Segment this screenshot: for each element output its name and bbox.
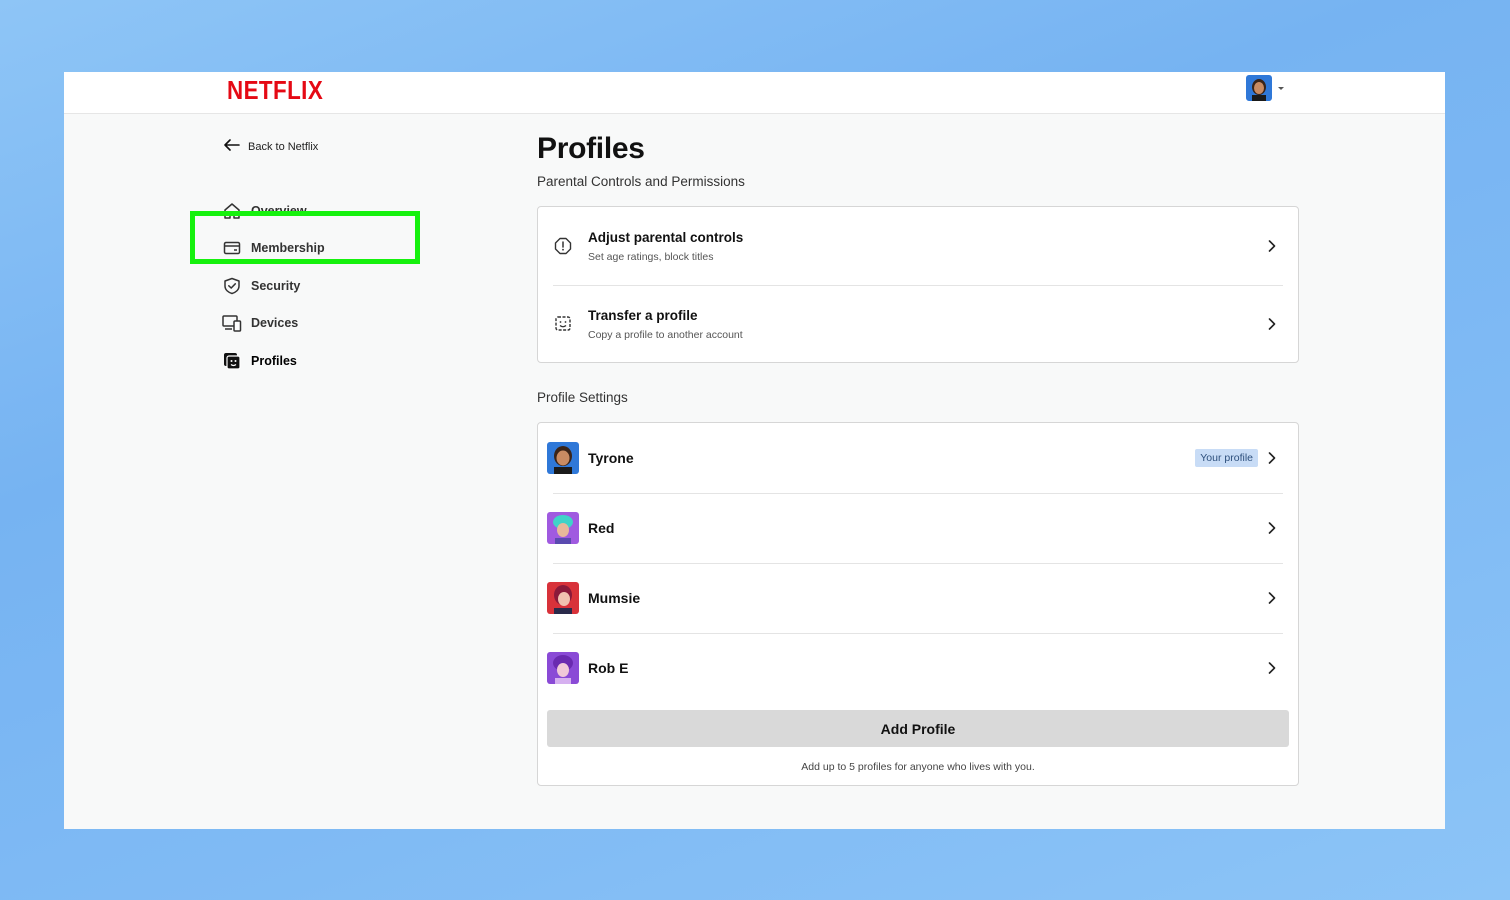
back-label: Back to Netflix (248, 140, 319, 153)
arrow-left-icon (224, 139, 240, 154)
sidebar-item-security[interactable]: Security (222, 267, 442, 305)
your-profile-badge: Your profile (1195, 449, 1258, 467)
netflix-logo[interactable]: NETFLIX (227, 75, 323, 106)
profile-name: Tyrone (588, 450, 634, 466)
add-profile-button[interactable]: Add Profile (547, 710, 1289, 747)
devices-icon (222, 313, 242, 333)
profile-row-red[interactable]: Red (538, 493, 1298, 563)
chevron-right-icon (1266, 240, 1278, 252)
chevron-right-icon (1266, 452, 1278, 464)
chevron-right-icon (1266, 318, 1278, 330)
profile-name: Red (588, 520, 615, 536)
sidebar-item-devices[interactable]: Devices (222, 305, 442, 343)
top-bar: NETFLIX (64, 72, 1445, 114)
netflix-account-window: NETFLIX Back to Netflix Overview Members… (64, 72, 1445, 829)
profile-avatar (547, 582, 579, 614)
add-profile-note: Add up to 5 profiles for anyone who live… (801, 761, 1035, 773)
profile-name: Mumsie (588, 590, 641, 606)
chevron-down-icon[interactable] (1278, 86, 1284, 90)
control-description: Set age ratings, block titles (588, 250, 714, 263)
page-subtitle: Parental Controls and Permissions (537, 174, 745, 189)
sidebar-item-profiles[interactable]: Profiles (222, 342, 442, 380)
profiles-icon (222, 351, 242, 371)
sidebar-item-label: Devices (251, 316, 299, 331)
chevron-right-icon (1266, 522, 1278, 534)
profile-avatar (547, 652, 579, 684)
account-avatar[interactable] (1246, 75, 1272, 101)
profile-settings-heading: Profile Settings (537, 390, 628, 405)
profile-name: Rob E (588, 660, 629, 676)
sidebar-item-label: Security (251, 278, 301, 293)
back-to-netflix-link[interactable]: Back to Netflix (224, 139, 318, 154)
transfer-profile-row[interactable]: Transfer a profile Copy a profile to ano… (538, 285, 1298, 363)
sidebar-item-label: Profiles (251, 353, 297, 368)
account-menu[interactable] (1246, 75, 1284, 101)
profile-avatar (547, 512, 579, 544)
profile-row-rob-e[interactable]: Rob E (538, 633, 1298, 703)
parental-controls-card: Adjust parental controls Set age ratings… (537, 206, 1299, 363)
alert-octagon-icon (553, 236, 573, 256)
adjust-parental-controls-row[interactable]: Adjust parental controls Set age ratings… (538, 207, 1298, 285)
profiles-main: Profiles Parental Controls and Permissio… (537, 132, 1299, 786)
chevron-right-icon (1266, 592, 1278, 604)
shield-icon (222, 276, 242, 296)
control-description: Copy a profile to another account (588, 328, 743, 341)
membership-highlight-box (190, 211, 420, 264)
control-title: Transfer a profile (588, 307, 698, 323)
profile-avatar (547, 442, 579, 474)
profile-row-tyrone[interactable]: Tyrone Your profile (538, 423, 1298, 493)
profile-row-mumsie[interactable]: Mumsie (538, 563, 1298, 633)
page-title: Profiles (537, 132, 645, 165)
profile-transfer-icon (553, 314, 573, 334)
control-title: Adjust parental controls (588, 229, 744, 245)
chevron-right-icon (1266, 662, 1278, 674)
profile-settings-card: Tyrone Your profile Red Mumsie Rob E Add… (537, 422, 1299, 786)
